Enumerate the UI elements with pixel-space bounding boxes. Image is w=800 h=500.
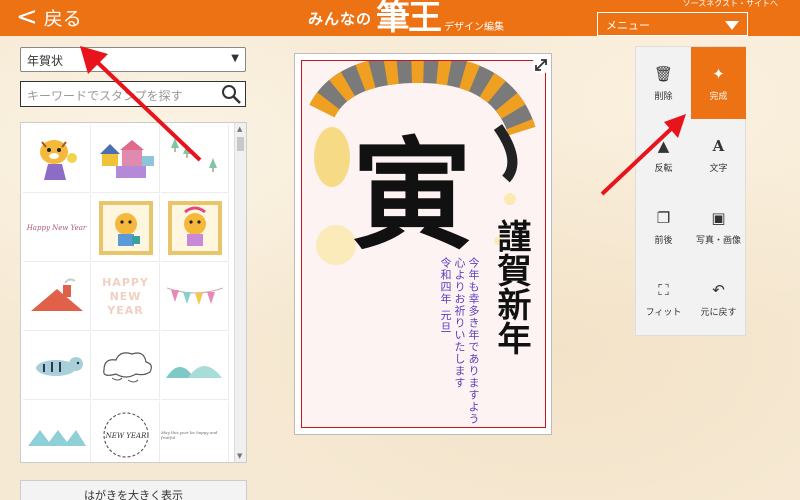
- annotation-arrows: [80, 46, 686, 196]
- arrow-to-back: [93, 58, 202, 162]
- arrow-to-done: [600, 126, 674, 196]
